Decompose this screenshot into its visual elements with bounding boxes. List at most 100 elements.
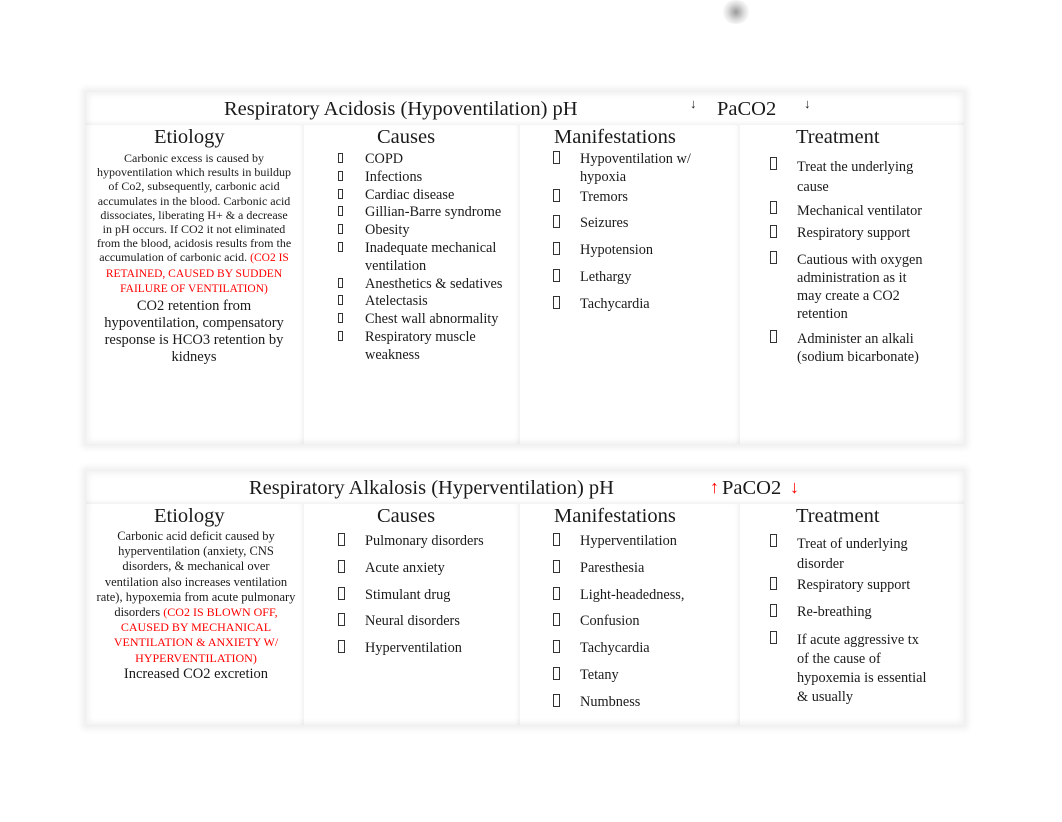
bullet-icon	[553, 151, 560, 164]
list-item: Lethargy	[550, 268, 730, 287]
list-item: Paresthesia	[550, 559, 730, 578]
bullet-icon	[553, 559, 560, 573]
bullet-icon	[553, 693, 560, 707]
list-item: Treat of underlying disorder	[767, 534, 927, 574]
list-item: Atelectasis	[335, 293, 510, 311]
bullet-icon	[338, 586, 345, 600]
bullet-icon	[553, 188, 560, 202]
manifestations-column: Manifestations Hyperventilation Paresthe…	[520, 504, 740, 725]
bullet-icon	[770, 630, 777, 644]
list-item: Cautious with oxygen administration as i…	[767, 250, 927, 323]
list-item: Chest wall abnormality	[335, 311, 510, 329]
bullet-icon	[770, 250, 777, 264]
paco2-arrow-icon: ↓	[804, 96, 811, 111]
bullet-icon	[553, 613, 560, 627]
list-item: Hyperventilation	[550, 533, 730, 551]
manifestations-column: Manifestations Hypoventilation w/ hypoxi…	[520, 125, 740, 444]
list-item: Stimulant drug	[335, 586, 515, 605]
title-row: Respiratory Alkalosis (Hyperventilation)…	[86, 471, 964, 504]
bullet-icon	[553, 640, 560, 654]
list-item: Respiratory support	[767, 577, 927, 595]
bullet-icon	[338, 206, 343, 217]
bullet-icon	[338, 277, 343, 288]
list-item: Gillian-Barre syndrome	[335, 204, 510, 222]
bullet-icon	[553, 666, 560, 680]
list-item: Tremors	[550, 188, 730, 207]
etiology-text: Carbonic acid deficit caused by hyperven…	[96, 529, 296, 683]
etiology-summary: CO2 retention from hypoventilation, comp…	[104, 298, 284, 366]
manifestations-list: Hypoventilation w/ hypoxia Tremors Seizu…	[550, 151, 730, 314]
etiology-summary: Increased CO2 excretion	[123, 665, 269, 682]
treatment-list: Treat the underlying cause Mechanical ve…	[767, 157, 927, 366]
treatment-list: Treat of underlying disorder Respiratory…	[767, 534, 927, 707]
bullet-icon	[770, 201, 777, 214]
causes-list: Pulmonary disorders Acute anxiety Stimul…	[335, 533, 515, 658]
ph-arrow-icon: ↑	[710, 477, 719, 497]
bullet-icon	[338, 533, 345, 546]
list-item: Confusion	[550, 613, 730, 631]
causes-column: Causes COPD Infections Cardiac disease G…	[304, 125, 520, 444]
causes-column: Causes Pulmonary disorders Acute anxiety…	[304, 504, 520, 725]
list-item: Tetany	[550, 666, 730, 685]
list-item: Anesthetics & sedatives	[335, 276, 510, 294]
list-item: Treat the underlying cause	[767, 157, 927, 197]
list-item: Hyperventilation	[335, 640, 515, 658]
bullet-icon	[338, 640, 345, 654]
causes-list: COPD Infections Cardiac disease Gillian-…	[335, 151, 510, 365]
ph-arrow-icon: ↓	[690, 96, 697, 111]
treatment-column: Treatment Treat of underlying disorder R…	[740, 504, 964, 725]
list-item: Pulmonary disorders	[335, 533, 515, 551]
bullet-icon	[553, 215, 560, 229]
list-item: Respiratory support	[767, 225, 927, 243]
bullet-icon	[553, 268, 560, 282]
column-header-treatment: Treatment	[796, 505, 880, 527]
list-item: Tachycardia	[550, 640, 730, 658]
bullet-icon	[338, 295, 343, 306]
bullet-icon	[338, 153, 343, 163]
column-header-causes: Causes	[377, 126, 436, 148]
bullet-icon	[553, 295, 560, 309]
list-item: Acute anxiety	[335, 559, 515, 578]
list-item: If acute aggressive tx of the cause of h…	[767, 630, 927, 707]
bullet-icon	[770, 534, 777, 547]
list-item: Light-headedness,	[550, 586, 730, 605]
paco2-label: PaCO2	[717, 98, 777, 120]
paco2-arrow-icon: ↓	[790, 477, 799, 497]
list-item: Neural disorders	[335, 613, 515, 631]
bullet-icon	[770, 157, 777, 170]
bullet-icon	[553, 242, 560, 256]
bullet-icon	[553, 586, 560, 600]
bullet-icon	[338, 224, 343, 235]
list-item: Numbness	[550, 693, 730, 712]
bullet-icon	[338, 559, 345, 573]
bullet-icon	[338, 188, 343, 199]
etiology-description: Carbonic excess is caused by hypoventila…	[96, 151, 292, 265]
bullet-icon	[338, 330, 343, 341]
paco2-label: PaCO2	[722, 477, 782, 499]
bullet-icon	[770, 329, 777, 343]
treatment-column: Treatment Treat the underlying cause Mec…	[740, 125, 964, 444]
title-row: Respiratory Acidosis (Hypoventilation) p…	[86, 92, 964, 125]
etiology-text: Carbonic excess is caused by hypoventila…	[96, 151, 292, 366]
bullet-icon	[770, 603, 777, 617]
list-item: Infections	[335, 169, 510, 187]
bullet-icon	[338, 170, 343, 181]
table-title: Respiratory Alkalosis (Hyperventilation)…	[249, 477, 614, 499]
list-item: Seizures	[550, 215, 730, 233]
bullet-icon	[338, 313, 343, 324]
etiology-column: Etiology Carbonic acid deficit caused by…	[86, 504, 304, 725]
bullet-icon	[770, 225, 777, 238]
etiology-column: Etiology Carbonic excess is caused by hy…	[86, 125, 304, 444]
list-item: Obesity	[335, 222, 510, 240]
bullet-icon	[770, 577, 777, 590]
column-header-causes: Causes	[377, 505, 436, 527]
list-item: Respiratory muscle weakness	[335, 329, 510, 365]
bullet-icon	[553, 533, 560, 546]
list-item: Hypotension	[550, 242, 730, 260]
list-item: Inadequate mechanical ventilation	[335, 240, 510, 276]
respiratory-acidosis-table: Respiratory Acidosis (Hypoventilation) p…	[86, 92, 964, 444]
list-item: Re-breathing	[767, 603, 927, 622]
bullet-icon	[338, 241, 343, 252]
list-item: Tachycardia	[550, 295, 730, 314]
column-header-etiology: Etiology	[154, 505, 225, 527]
